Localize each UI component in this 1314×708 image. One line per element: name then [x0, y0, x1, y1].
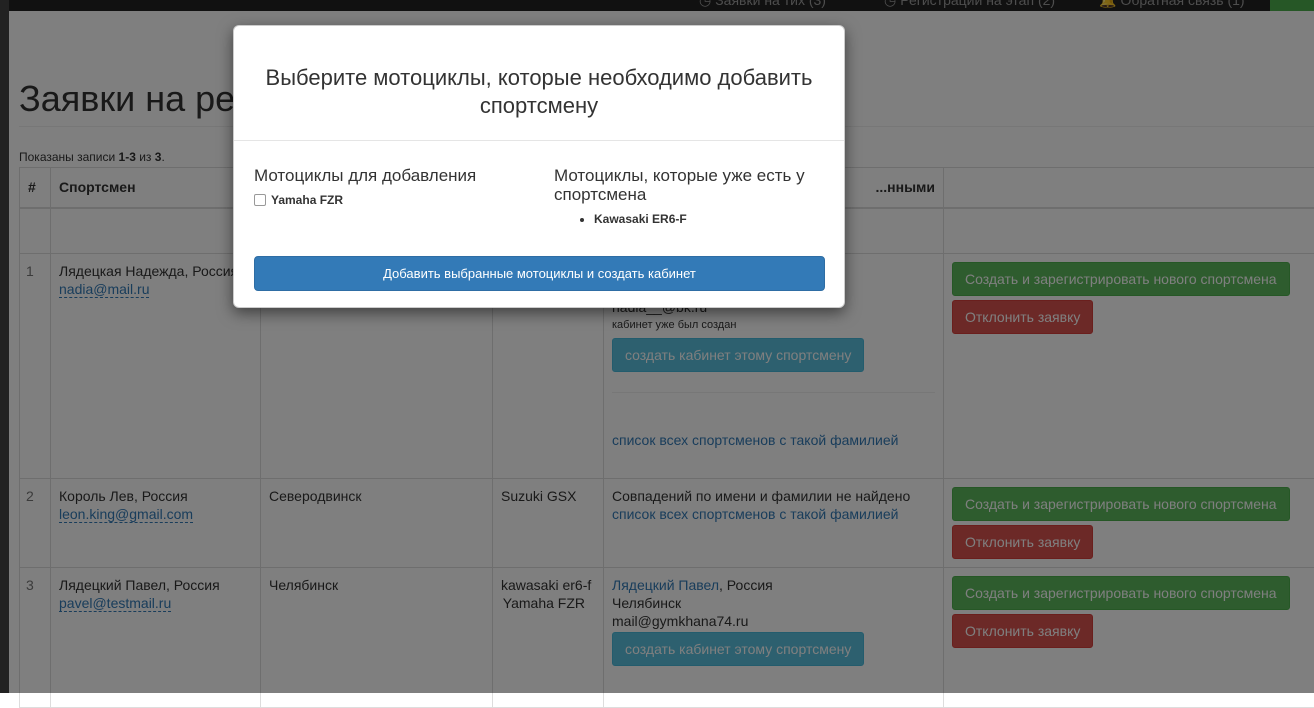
motorcycle-checkbox-label: Yamaha FZR: [271, 193, 343, 207]
motorcycles-to-add-heading: Мотоциклы для добавления: [254, 166, 534, 185]
modal-title: Выберите мотоциклы, которые необходимо д…: [264, 64, 814, 120]
motorcycle-checkbox-row[interactable]: Yamaha FZR: [254, 193, 534, 207]
add-motorcycles-submit-button[interactable]: Добавить выбранные мотоциклы и создать к…: [254, 256, 825, 291]
motorcycles-to-add-column: Мотоциклы для добавления Yamaha FZR: [254, 166, 534, 207]
modal-header: Выберите мотоциклы, которые необходимо д…: [234, 26, 844, 141]
motorcycle-checkbox[interactable]: [254, 194, 266, 206]
owned-motorcycles-heading: Мотоциклы, которые уже есть у спортсмена: [554, 166, 834, 204]
owned-motorcycles-list: Kawasaki ER6-F: [554, 212, 834, 226]
owned-motorcycles-column: Мотоциклы, которые уже есть у спортсмена…: [554, 166, 834, 226]
window-frame: [0, 0, 9, 693]
list-item: Kawasaki ER6-F: [594, 212, 834, 226]
add-motorcycles-modal: Выберите мотоциклы, которые необходимо д…: [233, 25, 845, 308]
